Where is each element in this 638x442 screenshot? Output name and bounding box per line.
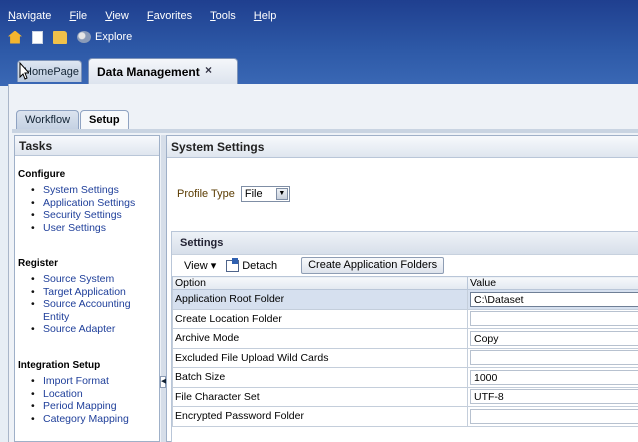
close-icon[interactable]: × [205, 63, 212, 77]
profile-type-value: File [244, 188, 263, 200]
section-heading: Integration Setup [18, 360, 101, 371]
integration-setup-section: Integration Setup Import Format Location… [15, 360, 129, 425]
value-input[interactable]: 1000 [470, 369, 638, 385]
tab-data-management-label: Data Management [97, 65, 200, 79]
settings-table: Option Value Application Root Folder C:\… [172, 276, 638, 427]
menu-navigate[interactable]: Navigate [8, 10, 51, 24]
task-link-source-system[interactable]: Source System [31, 273, 155, 286]
detach-label: Detach [242, 259, 278, 272]
tasks-panel: Tasks Configure System Settings Applicat… [14, 135, 160, 442]
value-cell [467, 406, 638, 427]
option-cell: Encrypted Password Folder [172, 406, 468, 427]
option-cell: File Character Set [172, 386, 468, 407]
section-heading: Register [18, 258, 59, 269]
inner-tab-bar: Workflow Setup [16, 110, 129, 130]
option-cell: Create Location Folder [172, 308, 468, 329]
new-document-icon[interactable] [32, 30, 43, 44]
column-header-value[interactable]: Value [467, 276, 638, 290]
value-input[interactable]: Copy [470, 330, 638, 346]
value-input[interactable]: UTF-8 [470, 389, 638, 405]
task-link-period-mapping[interactable]: Period Mapping [31, 400, 129, 413]
profile-type-row: Profile Type File ▼ [177, 186, 290, 202]
task-link-import-format[interactable]: Import Format [31, 375, 129, 388]
task-link-system-settings[interactable]: System Settings [31, 184, 135, 197]
value-cell: C:\Dataset [467, 289, 638, 310]
home-icon[interactable] [8, 30, 22, 44]
value-input[interactable]: C:\Dataset [470, 291, 638, 307]
view-menu-button[interactable]: View ▾ [184, 259, 216, 272]
configure-section: Configure System Settings Application Se… [15, 169, 135, 234]
task-link-source-accounting-entity[interactable]: Source Accounting Entity [31, 298, 131, 323]
task-link-target-application[interactable]: Target Application [31, 286, 155, 299]
chevron-down-icon[interactable]: ▼ [275, 188, 288, 200]
tab-setup[interactable]: Setup [80, 110, 129, 130]
task-link-location[interactable]: Location [31, 388, 129, 401]
menu-bar: Navigate File View Favorites Tools Help [8, 10, 276, 24]
value-input[interactable] [470, 311, 638, 327]
menu-view[interactable]: View [105, 10, 129, 24]
settings-section: Settings View ▾ Detach Create Applicatio… [171, 231, 638, 442]
table-row[interactable]: File Character Set UTF-8 [172, 386, 638, 407]
menu-tools[interactable]: Tools [210, 10, 236, 24]
section-heading: Configure [18, 169, 66, 180]
table-row[interactable]: Encrypted Password Folder [172, 406, 638, 427]
table-row[interactable]: Batch Size 1000 [172, 367, 638, 388]
task-link-source-adapter[interactable]: Source Adapter [31, 323, 155, 336]
value-cell: Copy [467, 328, 638, 349]
mouse-cursor-icon [19, 62, 29, 80]
option-cell: Batch Size [172, 367, 468, 388]
value-cell [467, 308, 638, 329]
page-title: System Settings [167, 136, 638, 158]
open-folder-icon[interactable] [53, 30, 67, 44]
menu-file[interactable]: File [69, 10, 87, 24]
detach-icon [226, 257, 240, 272]
task-link-category-mapping[interactable]: Category Mapping [31, 413, 129, 426]
tasks-title: Tasks [15, 136, 159, 156]
menu-favorites[interactable]: Favorites [147, 10, 192, 24]
value-cell: 1000 [467, 367, 638, 388]
value-cell: UTF-8 [467, 386, 638, 407]
option-cell: Application Root Folder [172, 289, 468, 310]
create-application-folders-button[interactable]: Create Application Folders [301, 257, 445, 274]
table-row[interactable]: Create Location Folder [172, 308, 638, 329]
option-cell: Archive Mode [172, 328, 468, 349]
tab-data-management[interactable]: Data Management × [88, 58, 238, 84]
profile-type-label: Profile Type [177, 188, 235, 200]
table-row[interactable]: Excluded File Upload Wild Cards [172, 347, 638, 368]
profile-type-select[interactable]: File ▼ [240, 186, 290, 202]
task-link-application-settings[interactable]: Application Settings [31, 197, 135, 210]
register-section: Register Source System Target Applicatio… [15, 258, 155, 336]
settings-title: Settings [172, 232, 638, 254]
task-link-user-settings[interactable]: User Settings [31, 222, 135, 235]
value-input[interactable] [470, 350, 638, 366]
value-input[interactable] [470, 408, 638, 424]
toolbar: Explore [8, 29, 132, 45]
table-row[interactable]: Archive Mode Copy [172, 328, 638, 349]
system-settings-panel: System Settings Profile Type File ▼ Sett… [166, 135, 638, 442]
option-cell: Excluded File Upload Wild Cards [172, 347, 468, 368]
column-header-option[interactable]: Option [172, 276, 468, 290]
value-cell [467, 347, 638, 368]
settings-toolbar: View ▾ Detach Create Application Folders [172, 254, 638, 276]
menu-help[interactable]: Help [254, 10, 277, 24]
tab-workflow[interactable]: Workflow [16, 110, 80, 130]
task-link-security-settings[interactable]: Security Settings [31, 209, 135, 222]
table-header-row: Option Value [172, 276, 638, 290]
explore-icon[interactable] [77, 31, 91, 43]
detach-button[interactable]: Detach [226, 257, 278, 272]
explore-button[interactable]: Explore [95, 31, 132, 43]
tab-band [12, 129, 638, 133]
table-row[interactable]: Application Root Folder C:\Dataset [172, 289, 638, 310]
